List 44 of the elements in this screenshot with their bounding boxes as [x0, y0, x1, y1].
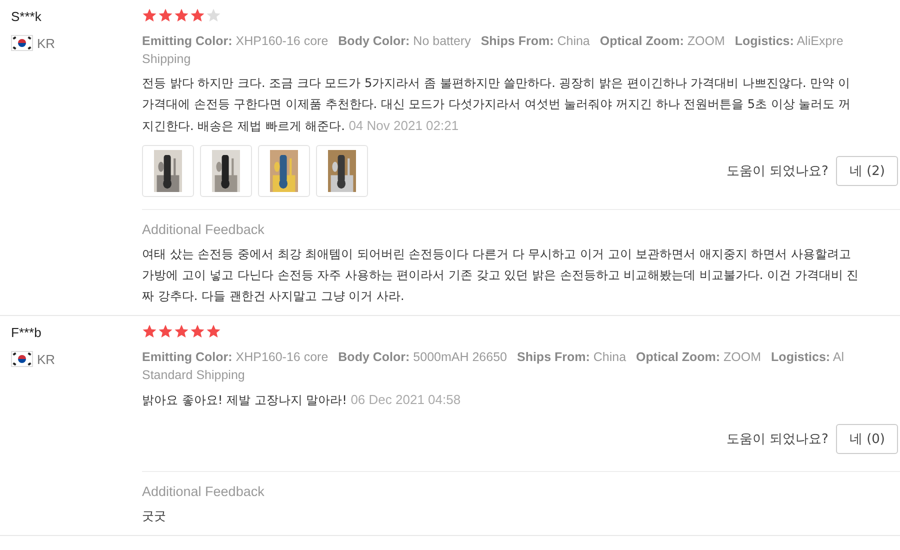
- star-icon: [158, 8, 173, 23]
- review-date: 04 Nov 2021 02:21: [348, 118, 459, 133]
- photo-thumbnail[interactable]: [142, 145, 194, 197]
- review-date: 06 Dec 2021 04:58: [350, 392, 461, 407]
- product-attribute: Emitting Color: XHP160-16 core: [142, 34, 328, 48]
- product-attribute: Optical Zoom: ZOOM: [636, 350, 762, 364]
- product-attribute: Body Color: No battery: [338, 34, 471, 48]
- star-icon: [142, 324, 157, 339]
- star-icon: [206, 324, 221, 339]
- star-icon: [174, 8, 189, 23]
- star-icon: [206, 8, 221, 23]
- flag-icon: [11, 35, 33, 51]
- product-attribute: Ships From: China: [480, 34, 590, 48]
- product-attribute: Logistics: Al: [771, 350, 844, 364]
- photo-thumbnail[interactable]: [316, 145, 368, 197]
- star-icon: [190, 8, 205, 23]
- helpful-question: 도움이 되었나요?: [726, 431, 828, 448]
- flag-icon: [11, 351, 33, 367]
- feedback-text: 여태 샀는 손전등 중에서 최강 최애템이 되어버린 손전등이다 다른거 다 무시하고 이거 고이 보관하면서 애지중지 하면서 사용할려고 가방에 고이 넣고 다닌다 손전등 자주 사용하는 편이라서 기존 갖고 있던 밝은 손전등하고 비교해봤는데 비교불가다. 이건 가격대비 진짜 강추다. 다들 괜한건 사지말고 그냥 이거 사라.: [142, 246, 860, 305]
- product-attribute: Standard Shipping: [142, 368, 245, 382]
- user-name: S***k: [11, 9, 42, 24]
- feedback-title: Additional Feedback: [142, 222, 264, 237]
- helpful-question: 도움이 되었나요?: [726, 163, 828, 180]
- photo-thumbnail[interactable]: [200, 145, 252, 197]
- helpful-button[interactable]: 네 (0): [836, 424, 898, 454]
- star-icon: [142, 8, 157, 23]
- user-name: F***b: [11, 325, 42, 340]
- product-attribute: Body Color: 5000mAH 26650: [338, 350, 507, 364]
- country-code: KR: [37, 36, 56, 50]
- product-attribute: Logistics: AliExpre: [734, 34, 844, 48]
- feedback-title: Additional Feedback: [142, 484, 264, 499]
- product-attribute: Shipping: [142, 52, 191, 66]
- helpful-button[interactable]: 네 (2): [836, 156, 898, 186]
- photo-thumbnail[interactable]: [258, 145, 310, 197]
- star-icon: [158, 324, 173, 339]
- product-attribute: Emitting Color: XHP160-16 core: [142, 350, 328, 364]
- product-attribute: Optical Zoom: ZOOM: [600, 34, 725, 48]
- star-icon: [190, 324, 205, 339]
- star-icon: [174, 324, 189, 339]
- review-text: 전등 밝다 하지만 크다. 조금 크다 모드가 5가지라서 좀 불편하지만 쓸만하다. 굉장히 밝은 편이긴하나 가격대비 나쁘진않다. 만약 이 가격대에 손전등 구한다면 이제품 추천한다. 대신 모드가 다섯가지라서 여섯번 눌러줘야 꺼지긴 하나 전원버튼을 5초 이상 눌러도 꺼지긴한다. 배송은 제법 빠르게 해준다. 04 Nov 2021 02:21: [142, 75, 852, 135]
- feedback-text: 굿굿: [142, 508, 167, 525]
- product-attribute: Ships From: China: [516, 350, 626, 364]
- country-code: KR: [37, 352, 56, 366]
- review-text: 밝아요 좋아요! 제발 고장나지 말아라! 06 Dec 2021 04:58: [142, 391, 462, 409]
